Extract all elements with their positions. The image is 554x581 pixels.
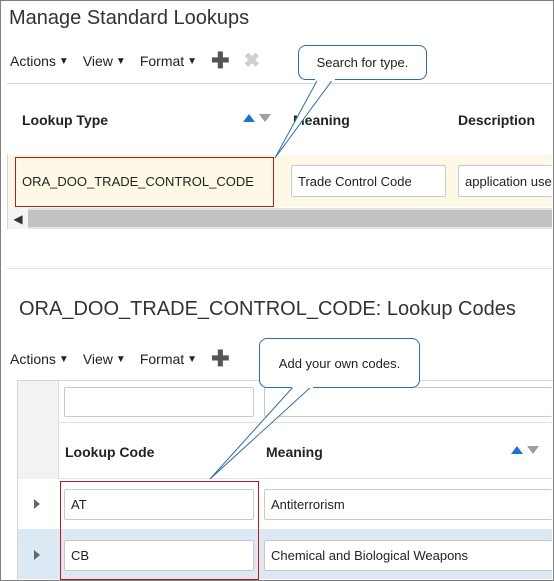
callout-bottom: Add your own codes. <box>259 338 420 388</box>
callout-pointer-bottom <box>209 385 314 480</box>
callout-bottom-text: Add your own codes. <box>278 355 401 371</box>
callout-bottom-join <box>292 385 313 388</box>
